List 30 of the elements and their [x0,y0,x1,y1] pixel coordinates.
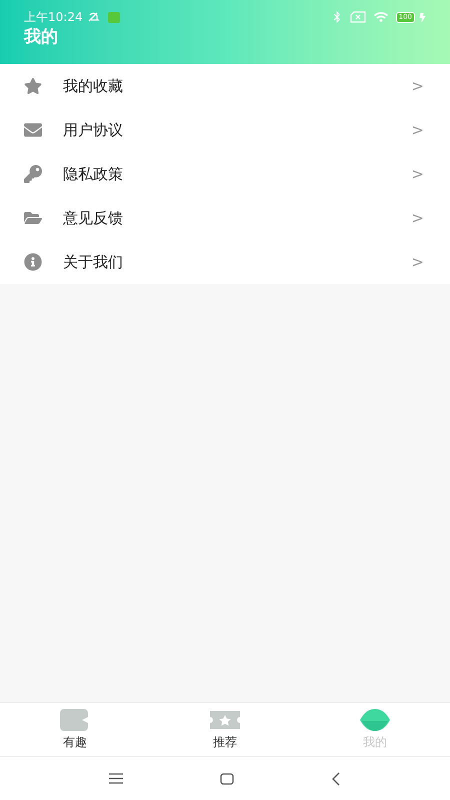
app-notification-icon [108,12,120,22]
menu-item[interactable]: 隐私政策 > [0,152,450,196]
menu-item[interactable]: 关于我们 > [0,240,450,284]
status-time: 上午10:24 [24,9,83,26]
info-icon [24,253,42,271]
menu-icon[interactable] [108,773,123,784]
chevron: > [411,208,424,229]
back-icon[interactable] [331,772,342,786]
menu-item[interactable]: 意见反馈 > [0,196,450,240]
tab[interactable]: 推荐 [150,703,300,756]
tag-icon [60,708,90,730]
chevron: > [411,76,424,97]
ticket-icon [210,708,240,730]
chevron: > [411,164,424,185]
chevron: > [411,252,424,273]
menu-item[interactable]: 我的收藏 > [0,64,450,108]
leaf-icon [360,708,390,730]
envelope-icon [24,121,42,139]
folder-icon [24,209,42,227]
tab[interactable]: 有趣 [0,703,150,756]
bluetooth-icon [332,11,342,23]
charging-icon [419,12,426,22]
page-title: 我的 [24,26,58,48]
star-icon [24,77,42,95]
sim-icon [350,11,366,23]
wifi-icon [374,11,388,23]
chevron: > [411,120,424,141]
key-icon [24,165,42,183]
home-icon[interactable] [220,772,234,784]
menu-item[interactable]: 用户协议 > [0,108,450,152]
